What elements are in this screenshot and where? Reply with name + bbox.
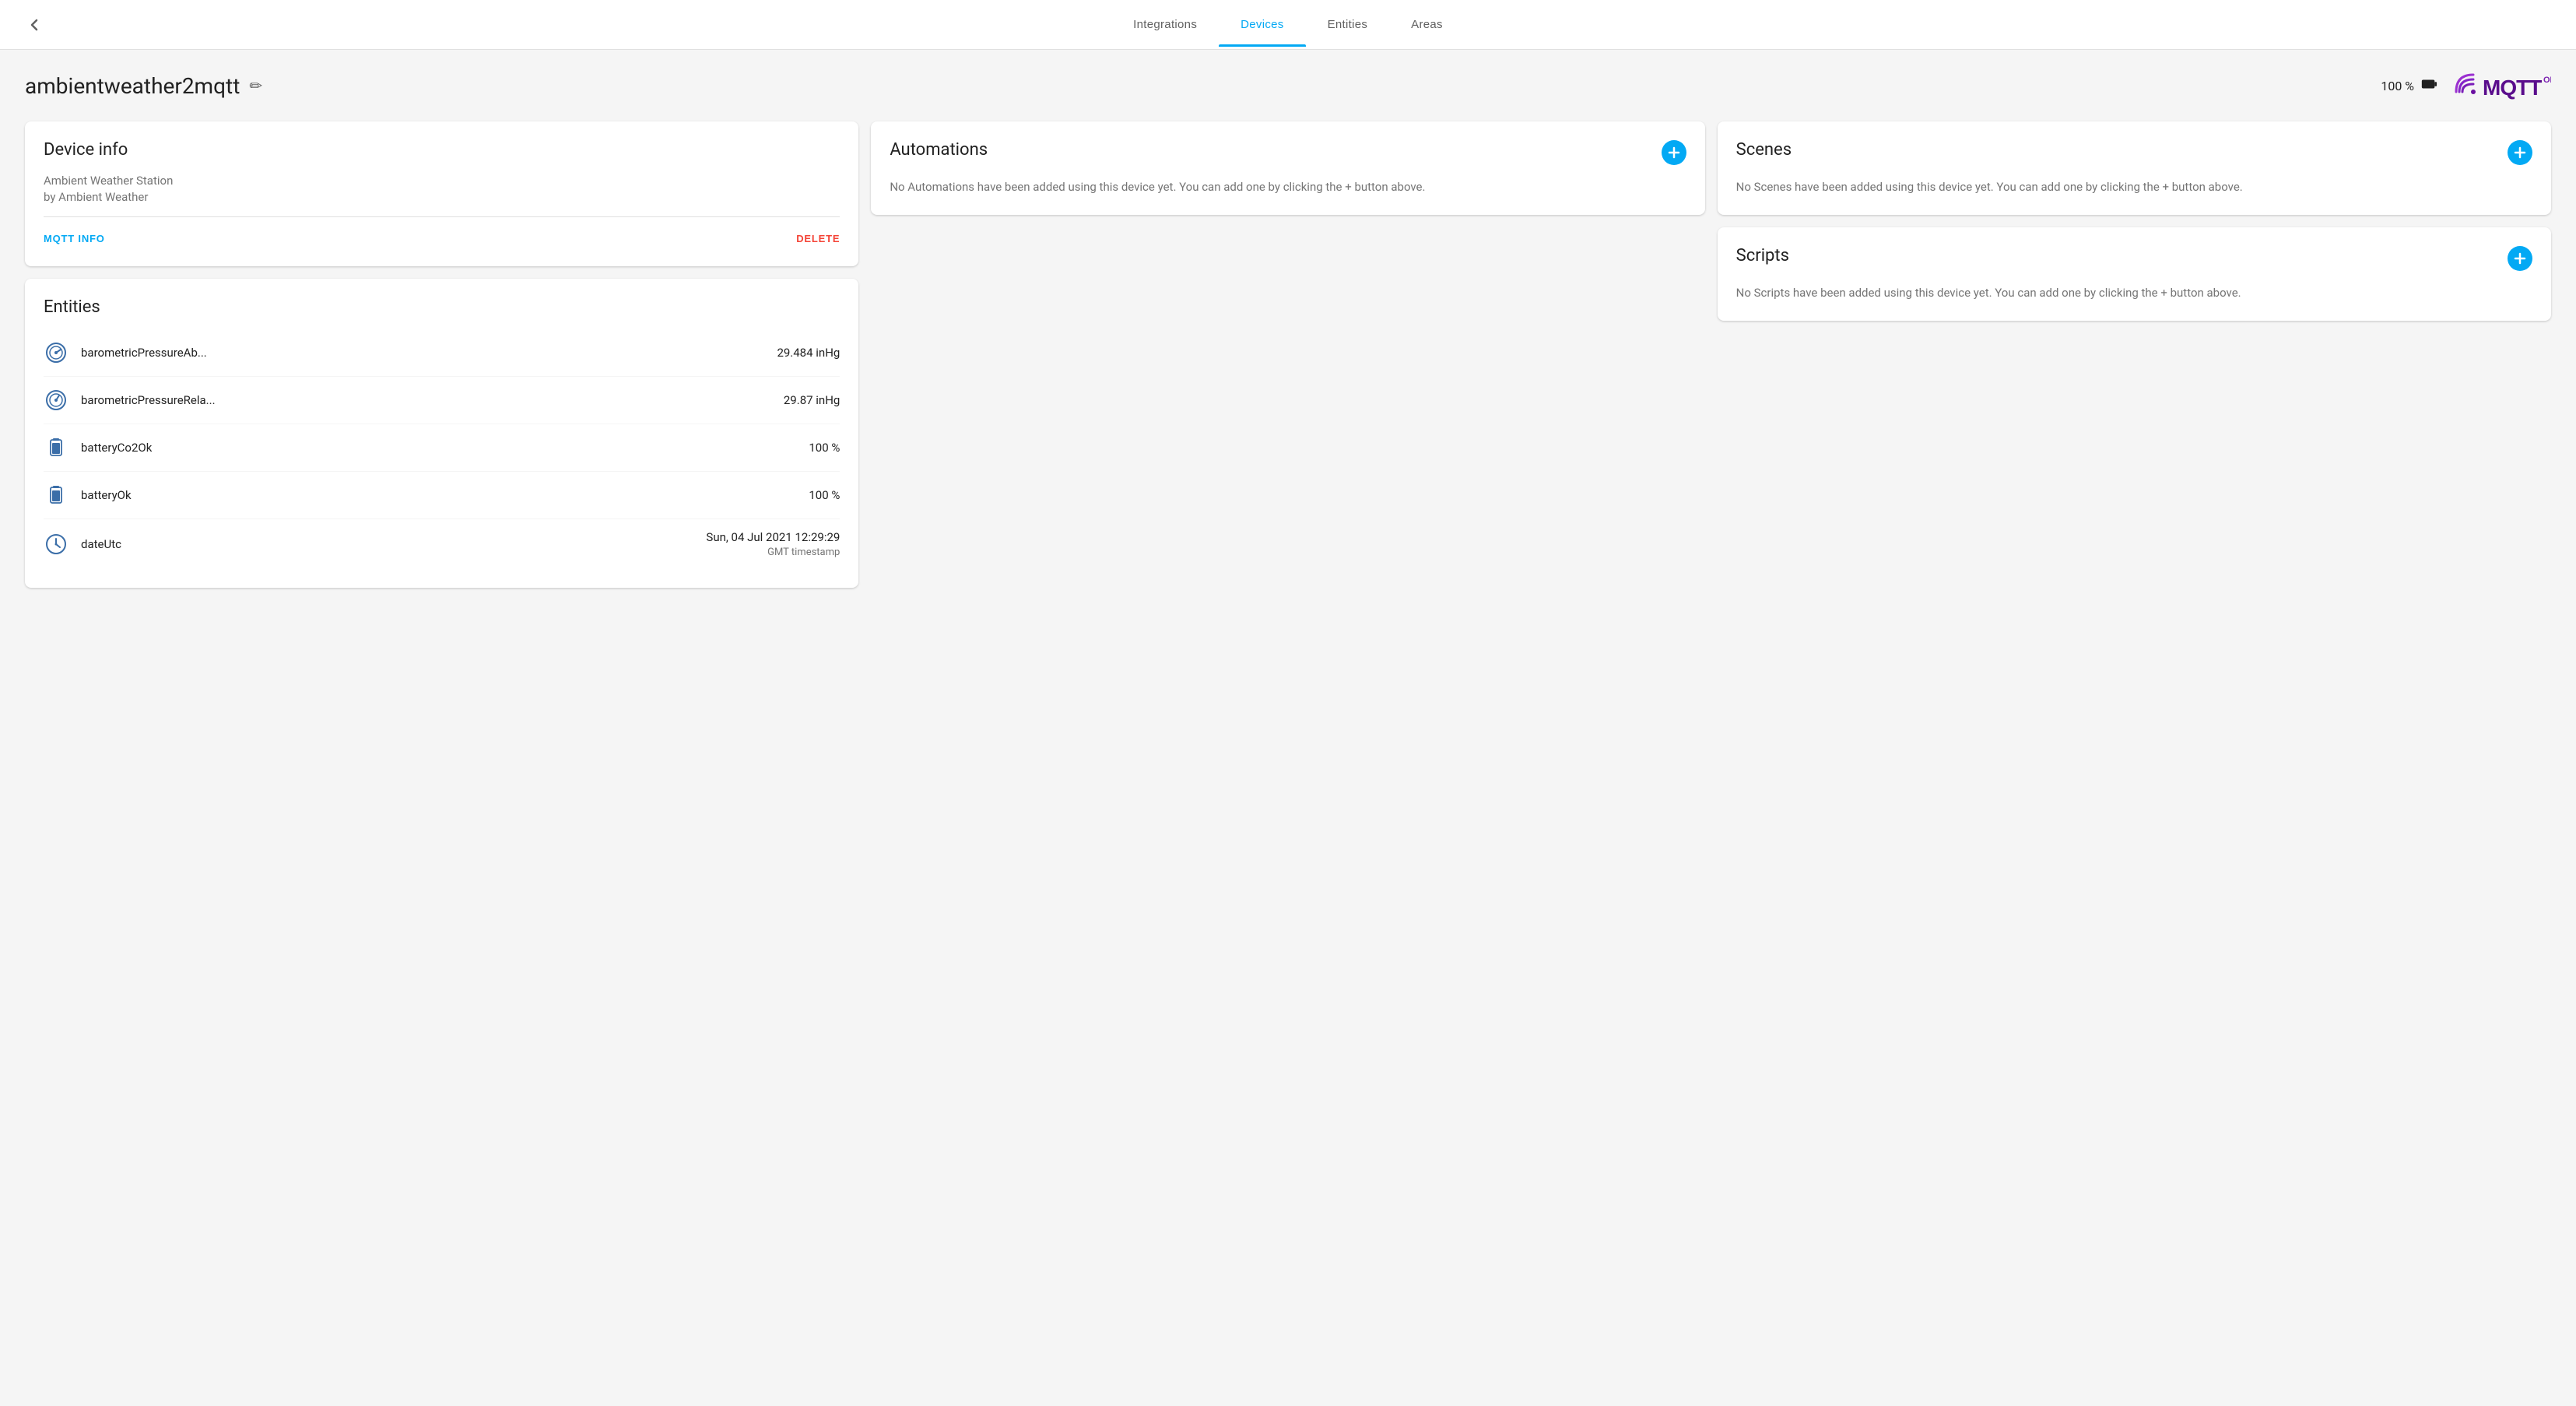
card-divider (44, 216, 840, 217)
gauge-icon (44, 340, 68, 365)
entities-list: barometricPressureAb... 29.484 inHg (44, 329, 840, 569)
tab-entities[interactable]: Entities (1306, 2, 1390, 47)
scenes-card-header: Scenes (1736, 140, 2532, 165)
scripts-empty-text: No Scripts have been added using this de… (1736, 283, 2532, 302)
gauge-icon (44, 388, 68, 413)
device-info-card: Device info Ambient Weather Station by A… (25, 121, 858, 266)
battery-icon (2420, 76, 2437, 97)
list-item[interactable]: batteryCo2Ok 100 % (44, 424, 840, 472)
scenes-title: Scenes (1736, 140, 1792, 160)
clock-icon (44, 532, 68, 557)
middle-column: Automations No Automations have been add… (871, 121, 1704, 215)
entity-value: 29.87 inHg (784, 393, 840, 407)
automations-title: Automations (890, 140, 988, 160)
list-item[interactable]: batteryOk 100 % (44, 472, 840, 519)
entity-value: 100 % (809, 441, 840, 455)
mqtt-logo: MQTT ORG (2450, 69, 2551, 103)
scenes-empty-text: No Scenes have been added using this dev… (1736, 178, 2532, 196)
add-scene-button[interactable] (2508, 140, 2532, 165)
right-column: Scenes No Scenes have been added using t… (1718, 121, 2551, 321)
add-script-button[interactable] (2508, 246, 2532, 271)
scenes-card: Scenes No Scenes have been added using t… (1718, 121, 2551, 215)
device-info-title: Device info (44, 140, 840, 160)
mqtt-info-button[interactable]: MQTT INFO (44, 230, 105, 248)
entity-value: Sun, 04 Jul 2021 12:29:29 GMT timestamp (706, 530, 840, 558)
page-header: ambientweather2mqtt ✏ 100 % (25, 69, 2551, 103)
entities-title: Entities (44, 297, 840, 317)
battery-icon (44, 435, 68, 460)
tab-devices[interactable]: Devices (1219, 2, 1305, 47)
scripts-card: Scripts No Scripts have been added using… (1718, 227, 2551, 321)
add-automation-button[interactable] (1662, 140, 1686, 165)
nav-tabs: Integrations Devices Entities Areas (1111, 2, 1465, 47)
entity-name: batteryOk (81, 488, 796, 502)
card-actions: MQTT INFO DELETE (44, 230, 840, 248)
list-item[interactable]: barometricPressureRela... 29.87 inHg (44, 377, 840, 424)
page-title-area: ambientweather2mqtt ✏ (25, 73, 262, 99)
scripts-title: Scripts (1736, 246, 1789, 265)
entity-value: 29.484 inHg (777, 346, 840, 360)
automations-card: Automations No Automations have been add… (871, 121, 1704, 215)
automations-empty-text: No Automations have been added using thi… (890, 178, 1686, 196)
battery-percent: 100 % (2381, 79, 2414, 93)
left-column: Device info Ambient Weather Station by A… (25, 121, 858, 588)
device-name: Ambient Weather Station (44, 172, 840, 190)
top-navigation: Integrations Devices Entities Areas (0, 0, 2576, 50)
page-content: ambientweather2mqtt ✏ 100 % (0, 50, 2576, 606)
back-button[interactable] (19, 9, 50, 40)
svg-text:ORG: ORG (2543, 76, 2551, 85)
page-title: ambientweather2mqtt (25, 73, 240, 99)
entity-name: barometricPressureRela... (81, 393, 771, 407)
entities-card: Entities barometricPressureAb... (25, 279, 858, 588)
list-item[interactable]: barometricPressureAb... 29.484 inHg (44, 329, 840, 377)
header-right: 100 % MQTT ORG (2381, 69, 2551, 103)
svg-text:MQTT: MQTT (2483, 76, 2542, 100)
tab-areas[interactable]: Areas (1389, 2, 1465, 47)
battery-icon (44, 483, 68, 508)
automations-card-header: Automations (890, 140, 1686, 165)
entity-name: barometricPressureAb... (81, 346, 764, 360)
mqtt-logo-svg: MQTT ORG (2450, 69, 2551, 103)
device-by: by Ambient Weather (44, 190, 840, 204)
tab-integrations[interactable]: Integrations (1111, 2, 1219, 47)
scripts-card-header: Scripts (1736, 246, 2532, 271)
entity-name: dateUtc (81, 537, 693, 551)
entity-value: 100 % (809, 488, 840, 502)
list-item[interactable]: dateUtc Sun, 04 Jul 2021 12:29:29 GMT ti… (44, 519, 840, 569)
entity-name: batteryCo2Ok (81, 441, 796, 455)
battery-status: 100 % (2381, 76, 2437, 97)
delete-button[interactable]: DELETE (796, 230, 840, 248)
edit-icon[interactable]: ✏ (249, 76, 262, 95)
main-grid: Device info Ambient Weather Station by A… (25, 121, 2551, 588)
